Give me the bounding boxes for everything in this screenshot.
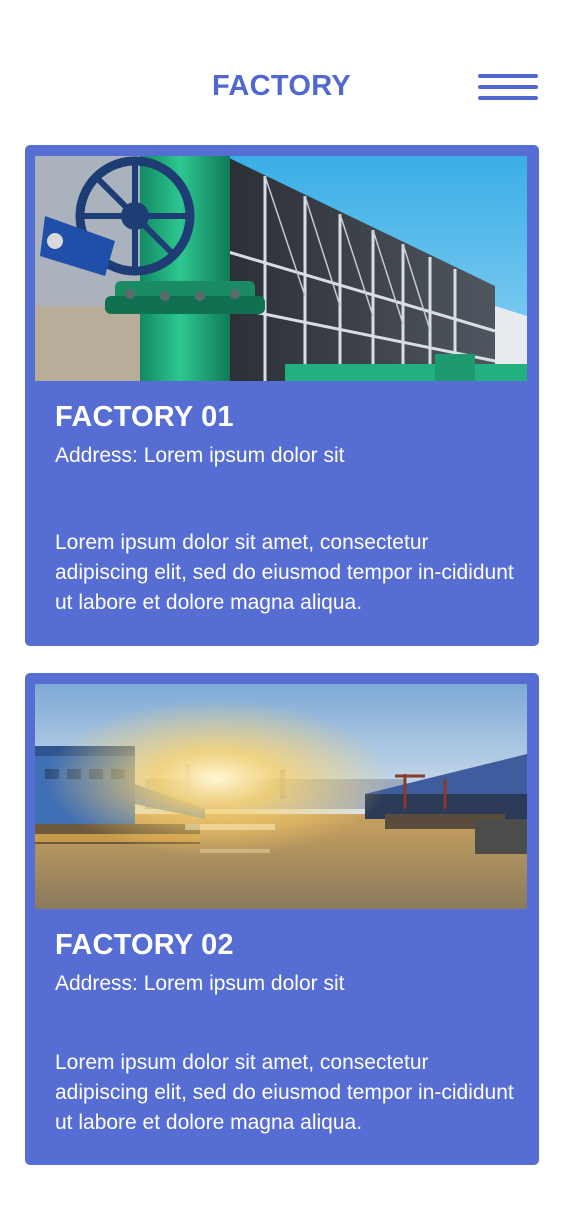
factory-image — [35, 684, 527, 909]
factory-description: Lorem ipsum dolor sit amet, consectetur … — [55, 531, 514, 614]
factory-title: FACTORY 02 — [55, 929, 234, 961]
factory-image — [35, 156, 527, 381]
factory-card[interactable]: FACTORY 01 Address: Lorem ipsum dolor si… — [25, 145, 539, 646]
factory-card[interactable]: FACTORY 02 Address: Lorem ipsum dolor si… — [25, 673, 539, 1165]
factory-page: FACTORY FACTORY 01 Address: Lorem ipsum … — [0, 0, 563, 1218]
header: FACTORY — [0, 62, 563, 114]
hamburger-menu-icon[interactable] — [478, 72, 540, 104]
factory-address: Address: Lorem ipsum dolor sit — [55, 444, 345, 467]
factory-title: FACTORY 01 — [55, 401, 234, 433]
factory-address: Address: Lorem ipsum dolor sit — [55, 972, 345, 995]
factory-description: Lorem ipsum dolor sit amet, consectetur … — [55, 1051, 514, 1134]
